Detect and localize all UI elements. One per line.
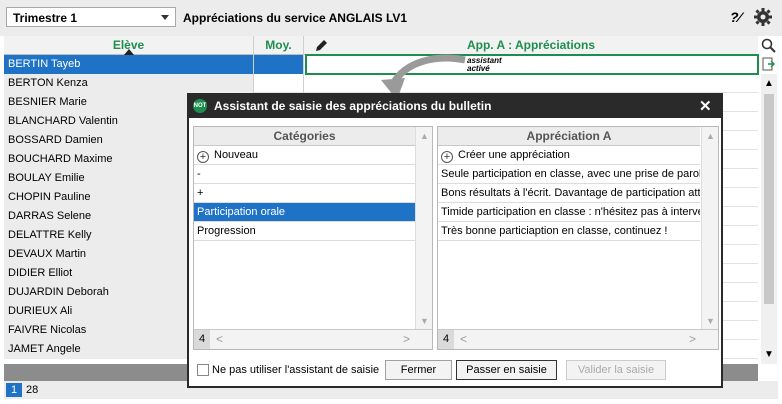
- student-name: BERTIN Tayeb: [4, 55, 254, 74]
- dialog-titlebar[interactable]: NOT Assistant de saisie des appréciation…: [187, 93, 723, 118]
- category-item[interactable]: Participation orale: [194, 203, 415, 222]
- disable-assistant-checkbox[interactable]: [197, 364, 209, 376]
- search-icon[interactable]: [761, 38, 776, 53]
- category-item[interactable]: Progression: [194, 222, 415, 241]
- current-page[interactable]: 1: [6, 383, 22, 397]
- grid-vertical-scrollbar[interactable]: ▲ ▼: [761, 74, 777, 364]
- scroll-left-icon[interactable]: <: [216, 332, 223, 346]
- appreciations-list: + Créer une appréciation Seule participat…: [438, 146, 700, 241]
- categories-count: 4: [194, 330, 210, 349]
- appreciation-item[interactable]: Bons résultats à l'écrit. Davantage de p…: [438, 184, 700, 203]
- scroll-up-icon[interactable]: ▲: [764, 78, 774, 89]
- new-category-button[interactable]: + Nouveau: [194, 146, 415, 165]
- help-icon[interactable]: ?⁄: [730, 9, 748, 27]
- appreciations-footer: 4 < >: [438, 329, 718, 349]
- pencil-icon[interactable]: [314, 38, 329, 53]
- app-logo-icon: NOT: [193, 99, 207, 113]
- plus-circle-icon: +: [441, 151, 453, 163]
- close-icon[interactable]: ✕: [699, 97, 712, 115]
- appreciations-header: Appréciation A: [438, 127, 700, 146]
- export-icon[interactable]: [762, 57, 775, 71]
- appreciation-item[interactable]: Seule participation en classe, avec une …: [438, 165, 700, 184]
- scroll-down-icon[interactable]: ▼: [420, 316, 429, 326]
- dialog-title: Assistant de saisie des appréciations du…: [214, 99, 492, 113]
- appreciations-scrollbar[interactable]: ▲ ▼: [701, 127, 718, 330]
- categories-footer: 4 < >: [194, 329, 432, 349]
- categories-scrollbar[interactable]: ▲ ▼: [415, 127, 432, 330]
- appreciation-edit-cell[interactable]: assistant activé: [305, 54, 759, 75]
- categories-header: Catégories: [194, 127, 415, 146]
- gear-icon[interactable]: [753, 7, 773, 27]
- create-appreciation-button[interactable]: + Créer une appréciation: [438, 146, 700, 165]
- scroll-left-icon[interactable]: <: [460, 332, 467, 346]
- chevron-down-icon: [161, 15, 169, 20]
- scroll-up-icon[interactable]: ▲: [420, 131, 429, 141]
- scroll-up-icon[interactable]: ▲: [706, 131, 715, 141]
- period-select[interactable]: Trimestre 1: [6, 7, 176, 27]
- grid-header: Elève Moy. App. A : Appréciations: [4, 36, 758, 55]
- column-header-eleve[interactable]: Elève: [4, 36, 254, 55]
- category-item[interactable]: +: [194, 184, 415, 203]
- close-button[interactable]: Fermer: [385, 360, 452, 380]
- category-item[interactable]: -: [194, 165, 415, 184]
- scroll-right-icon[interactable]: >: [689, 332, 696, 346]
- disable-assistant-label: Ne pas utiliser l'assistant de saisie: [212, 364, 380, 376]
- appreciation-item[interactable]: Très bonne particiaption en classe, cont…: [438, 222, 700, 241]
- categories-panel: Catégories ▲ ▼ + Nouveau - + Participation …: [193, 126, 433, 350]
- categories-list: + Nouveau - + Participation orale Progressio…: [194, 146, 415, 241]
- scroll-right-icon[interactable]: >: [403, 332, 410, 346]
- enter-input-button[interactable]: Passer en saisie: [456, 360, 557, 380]
- page-title: Appréciations du service ANGLAIS LV1: [183, 11, 408, 25]
- moyenne-cell[interactable]: [254, 55, 304, 74]
- appreciation-item[interactable]: Timide participation en classe : n'hésit…: [438, 203, 700, 222]
- moyenne-cell[interactable]: [254, 74, 304, 93]
- appreciations-count: 4: [438, 330, 454, 349]
- student-name: BERTON Kenza: [4, 74, 254, 93]
- appreciations-panel: Appréciation A ▲ ▼ + Créer une appréciati…: [437, 126, 719, 350]
- top-bar: Trimestre 1 Appréciations du service ANG…: [0, 0, 782, 36]
- scrollbar-thumb[interactable]: [764, 94, 774, 304]
- dialog-body: Catégories ▲ ▼ + Nouveau - + Participation …: [189, 118, 721, 386]
- assistant-dialog: NOT Assistant de saisie des appréciation…: [187, 93, 723, 388]
- dialog-actions: Ne pas utiliser l'assistant de saisie Fe…: [189, 354, 721, 386]
- validate-button[interactable]: Valider la saisie: [566, 360, 666, 380]
- plus-circle-icon: +: [197, 151, 209, 163]
- column-header-moy[interactable]: Moy.: [254, 36, 304, 55]
- period-select-value: Trimestre 1: [13, 11, 78, 25]
- scroll-down-icon[interactable]: ▼: [764, 349, 774, 360]
- column-header-appreciations[interactable]: App. A : Appréciations: [304, 36, 758, 55]
- scroll-down-icon[interactable]: ▼: [706, 316, 715, 326]
- total-count: 28: [26, 384, 39, 396]
